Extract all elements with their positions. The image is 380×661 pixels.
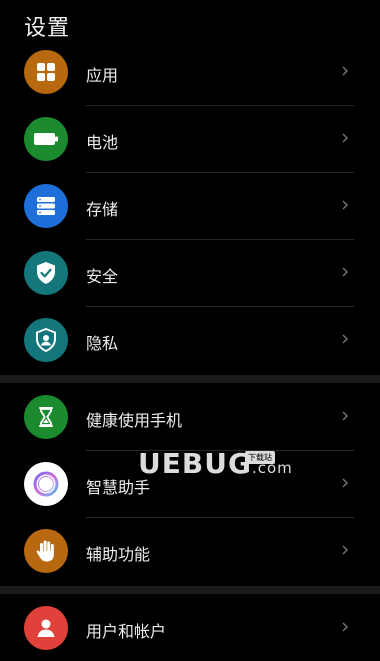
shield-check-icon: [24, 251, 68, 295]
chevron-right-icon: [342, 411, 348, 421]
chevron-right-icon: [342, 133, 348, 143]
user-icon: [24, 606, 68, 650]
settings-item-label: 存储: [86, 200, 119, 219]
settings-item-battery[interactable]: 电池: [0, 105, 380, 172]
page-title: 设置: [24, 16, 71, 41]
privacy-icon: [24, 318, 68, 362]
settings-item-label: 健康使用手机: [86, 411, 183, 430]
watermark-text: UEBUG: [138, 447, 252, 480]
apps-grid-icon: [24, 50, 68, 94]
section-separator: [0, 375, 380, 383]
settings-item-label: 电池: [86, 133, 119, 152]
chevron-right-icon: [342, 622, 348, 632]
settings-item-accessibility[interactable]: 辅助功能: [0, 517, 380, 584]
chevron-right-icon: [342, 478, 348, 488]
settings-item-label: 用户和帐户: [86, 622, 167, 641]
storage-icon: [24, 184, 68, 228]
chevron-right-icon: [342, 545, 348, 555]
settings-item-label: 应用: [86, 66, 119, 85]
page-header: 设置: [0, 0, 380, 48]
settings-item-label: 辅助功能: [86, 545, 151, 564]
watermark-badge: 下载站: [245, 451, 275, 464]
settings-item-users-accounts[interactable]: 用户和帐户: [0, 594, 380, 661]
chevron-right-icon: [342, 200, 348, 210]
settings-item-digital-balance[interactable]: 健康使用手机: [0, 383, 380, 450]
chevron-right-icon: [342, 66, 348, 76]
hourglass-icon: [24, 395, 68, 439]
section-separator: [0, 586, 380, 594]
chevron-right-icon: [342, 334, 348, 344]
settings-item-storage[interactable]: 存储: [0, 172, 380, 239]
battery-icon: [24, 117, 68, 161]
settings-item-label: 安全: [86, 267, 119, 286]
settings-item-privacy[interactable]: 隐私: [0, 306, 380, 373]
chevron-right-icon: [342, 267, 348, 277]
assistant-icon: [24, 462, 68, 506]
hand-icon: [24, 529, 68, 573]
settings-item-apps[interactable]: 应用: [0, 38, 380, 105]
settings-item-label: 隐私: [86, 334, 119, 353]
settings-item-security[interactable]: 安全: [0, 239, 380, 306]
